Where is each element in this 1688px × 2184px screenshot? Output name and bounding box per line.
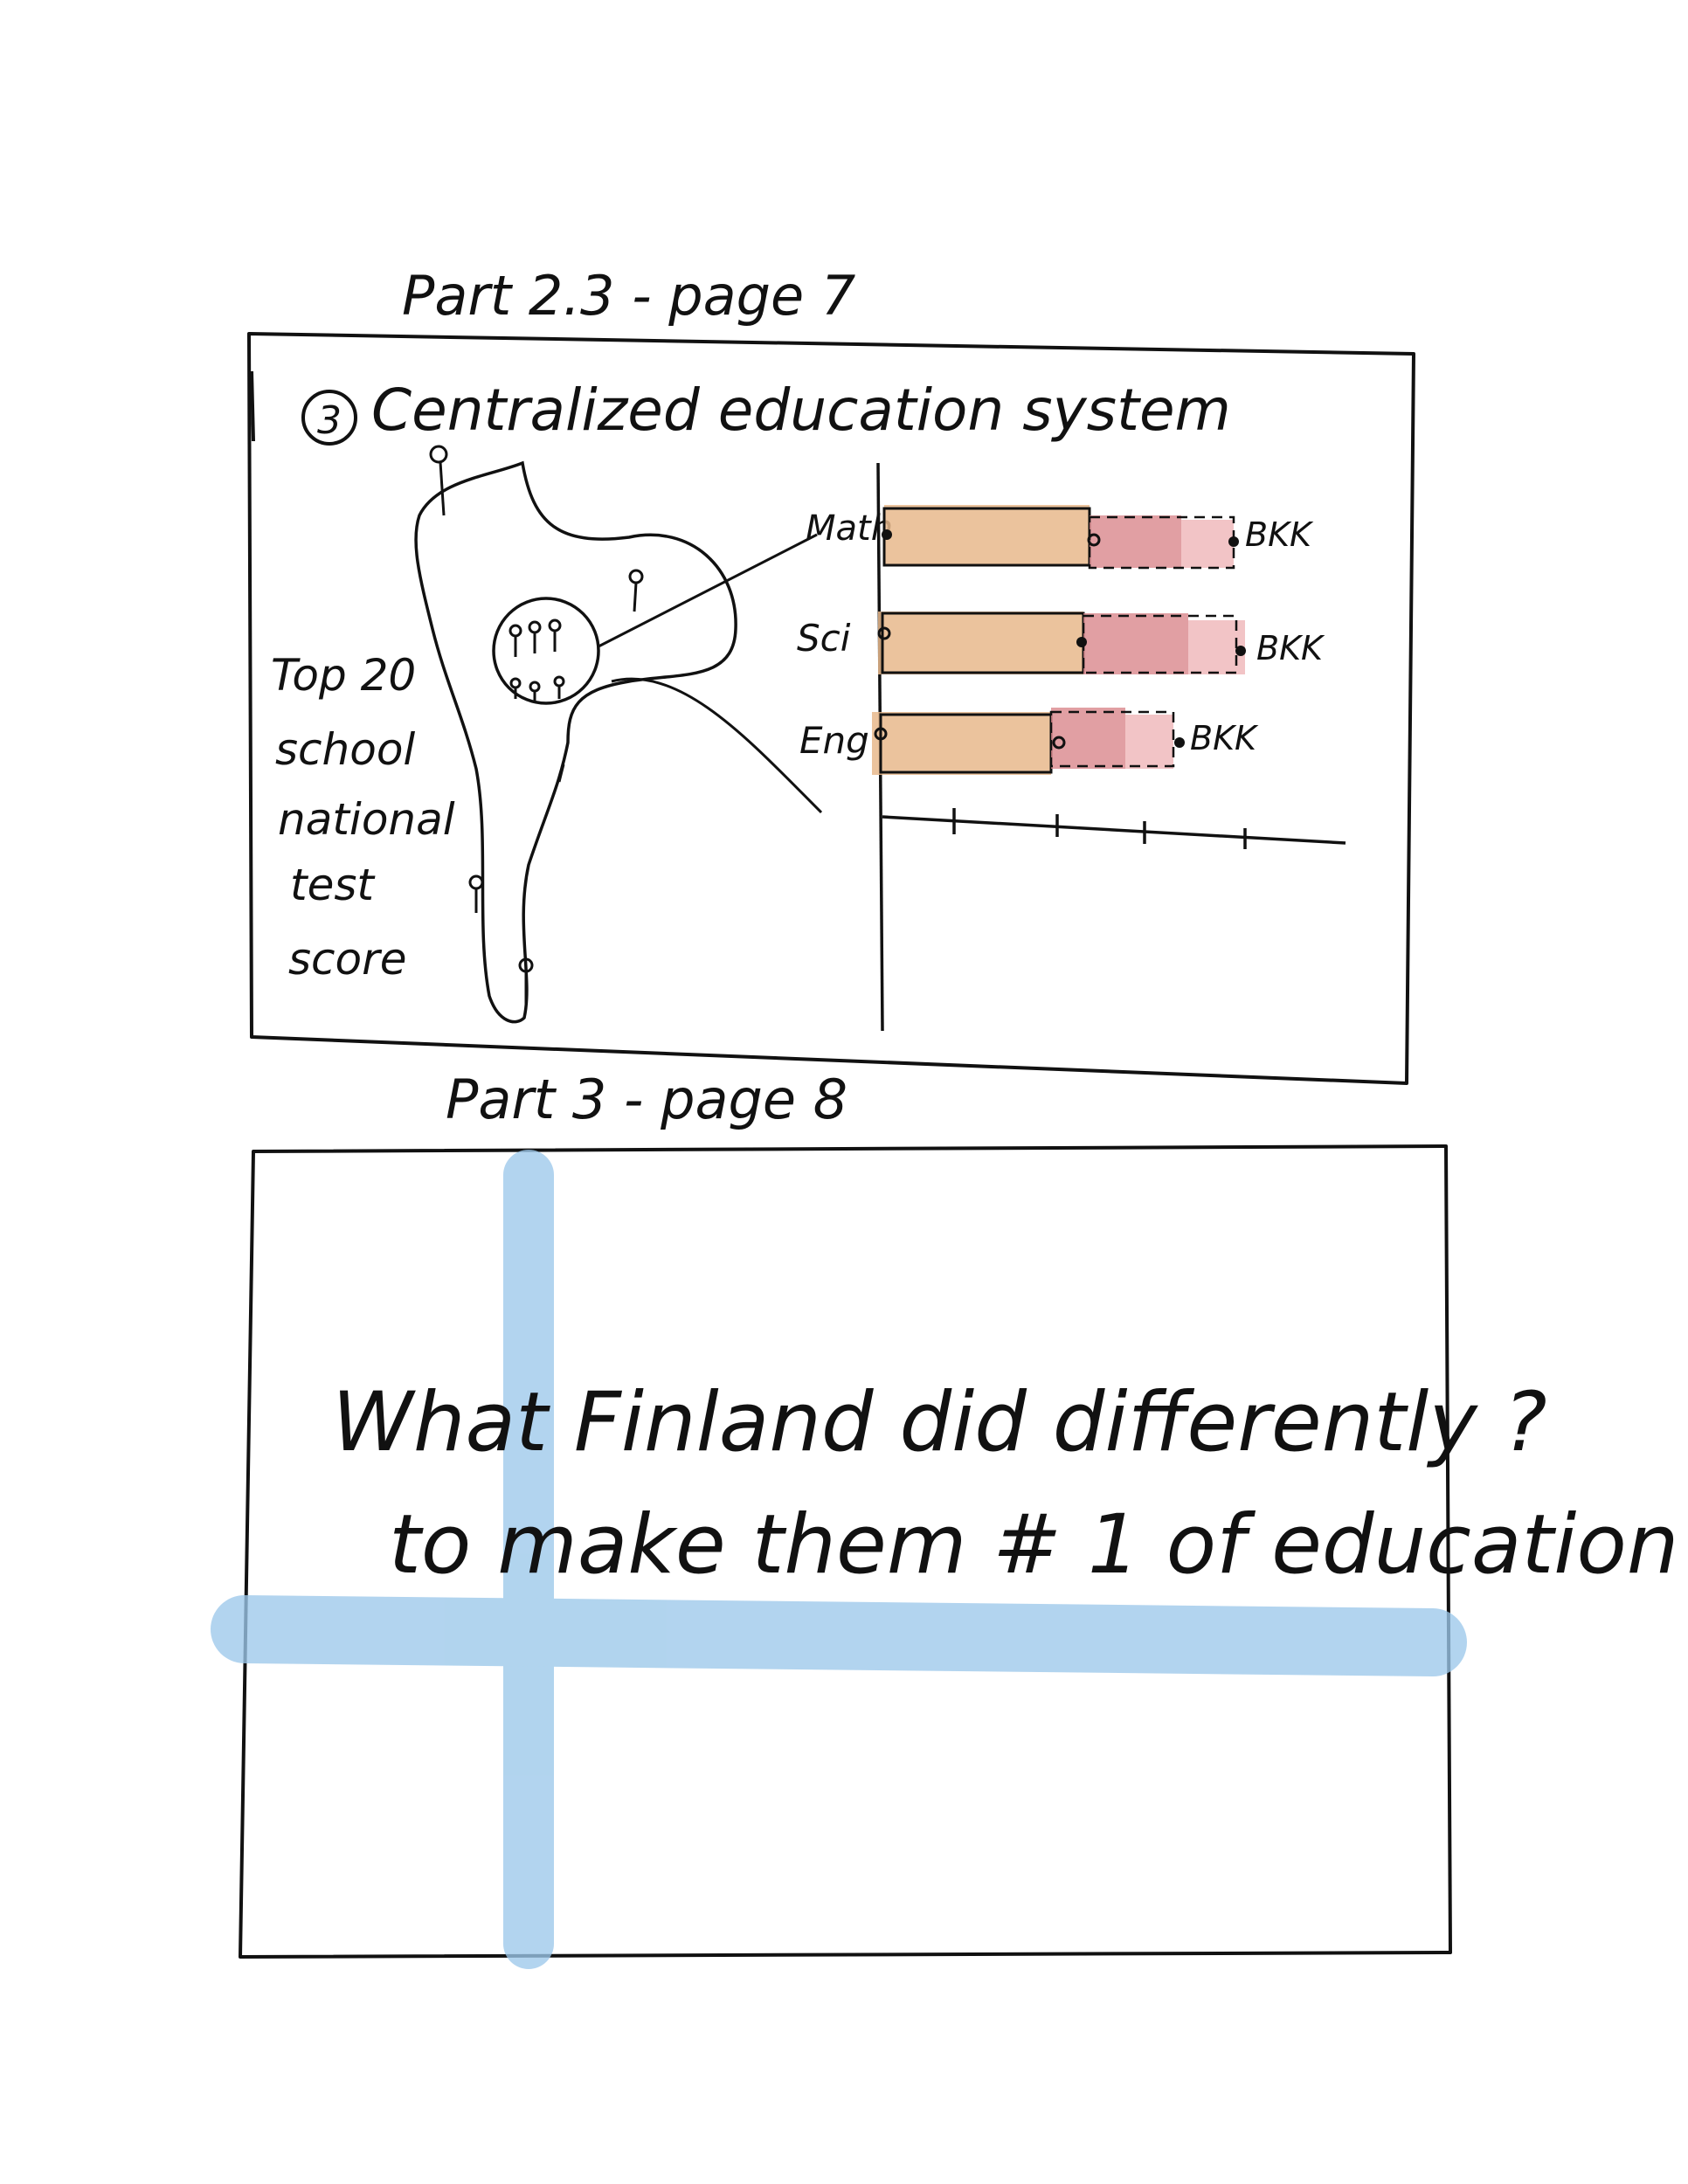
question-line-1: What Finland did differently ? [332,1375,1547,1470]
bar-eng-end [1125,715,1173,769]
thailand-map [414,460,737,1024]
section-number: 3 [317,398,342,443]
panel2-heading: Part 3 - page 8 [446,1068,847,1131]
bar-sci-dot-3 [1235,646,1246,656]
side-label-line-4: test [290,860,376,910]
bar-eng-dot-3 [1174,737,1185,748]
bar-math-base [884,505,1090,566]
panel1-frame [247,332,1415,1085]
row-end-label-eng: BKK [1190,719,1259,757]
bar-math-dot-3 [1228,536,1239,547]
row-end-label-sci: BKK [1256,629,1325,667]
bar-sci-mid [1083,613,1188,674]
row-label-sci: Sci [797,617,851,660]
bar-sci-dot-2 [1076,637,1087,647]
side-label-line-2: school [275,724,415,775]
chart-x-axis [882,815,1346,845]
flag-horizontal-bar [211,1595,1467,1676]
question-line-2: to make them # 1 of education [389,1497,1679,1593]
river-line [611,677,823,814]
bar-math-dot-1 [882,529,892,540]
side-label-line-3: national [278,794,455,845]
frame-tick [250,370,255,442]
chart-row-sci: Sci BKK [797,612,1325,674]
bar-math-mid [1090,515,1181,568]
row-end-label-math: BKK [1245,515,1314,554]
panel1-heading: Part 2.3 - page 7 [402,264,855,328]
side-label-line-5: score [288,934,406,985]
bar-eng-base [872,712,1051,775]
panel1-title: Centralized education system [371,377,1231,444]
bar-sci-base [878,612,1083,674]
side-label: Top 20 school national test score [271,650,455,985]
chart-row-math: Math BKK [806,505,1314,570]
score-chart: Math BKK Sci BKK Eng BKK [797,462,1346,1032]
callout-line [598,533,818,648]
row-label-math: Math [806,508,893,549]
chart-row-eng: Eng BKK [799,708,1259,775]
side-label-line-1: Top 20 [271,650,416,701]
storyboard-sketch: Part 2.3 - page 7 3 Centralized educatio… [211,264,1679,1969]
bar-math-end [1181,520,1234,568]
bangkok-circle [492,597,600,705]
row-label-eng: Eng [799,719,869,762]
